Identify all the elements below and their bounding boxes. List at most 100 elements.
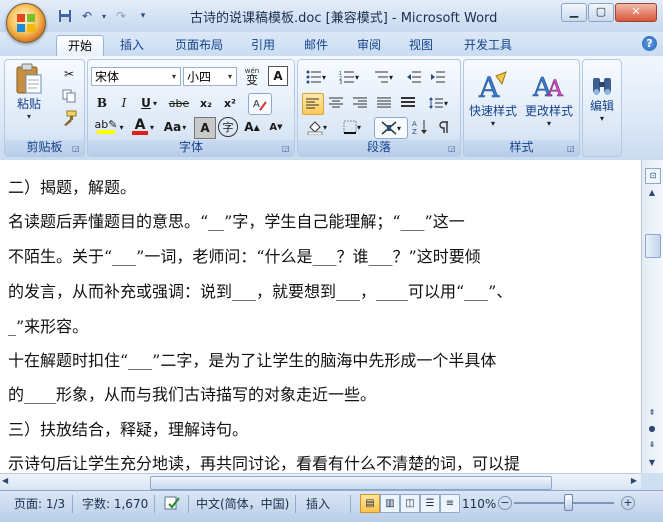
insert-mode-indicator[interactable]: 插入 xyxy=(306,495,330,513)
draft-view-icon[interactable]: ≡ xyxy=(440,494,460,513)
paste-dropdown-icon: ▾ xyxy=(26,112,31,121)
tab-review[interactable]: 审阅 xyxy=(347,35,391,56)
horizontal-scrollbar-thumb[interactable] xyxy=(150,476,552,490)
outline-view-icon[interactable]: ☰ xyxy=(420,494,440,513)
full-screen-reading-icon[interactable]: ▥ xyxy=(380,494,400,513)
font-dialog-launcher-icon[interactable]: ◲ xyxy=(282,144,291,153)
quick-styles-dropdown-icon: ▾ xyxy=(490,119,495,128)
styles-dialog-launcher-icon[interactable]: ◲ xyxy=(567,144,576,153)
tab-page-layout[interactable]: 页面布局 xyxy=(165,35,233,56)
maximize-button[interactable]: ▢ xyxy=(588,3,614,22)
tab-references[interactable]: 引用 xyxy=(241,35,285,56)
zoom-in-icon[interactable]: + xyxy=(621,496,635,510)
scrollbar-thumb[interactable] xyxy=(645,234,661,258)
justify-icon[interactable] xyxy=(374,93,394,113)
phonetic-guide-button[interactable]: wén 变 xyxy=(240,65,264,87)
help-icon[interactable]: ? xyxy=(642,36,657,51)
borders-dropdown-icon: ▾ xyxy=(356,122,361,132)
grow-font-button[interactable]: A ▲ xyxy=(242,117,262,137)
print-layout-view-icon[interactable]: ▤ xyxy=(360,494,380,513)
copy-icon[interactable] xyxy=(59,86,79,106)
office-logo-icon xyxy=(17,14,35,32)
text-highlight-button[interactable]: ab✎ ▾ xyxy=(92,117,126,137)
previous-page-icon[interactable]: ⇞ xyxy=(645,406,659,420)
paste-button[interactable]: 粘贴 ▾ xyxy=(9,63,49,121)
document-line: 不陌生。关于“___”一词，老师问：“什么是___？谁___？”这时要倾 xyxy=(8,247,481,266)
undo-icon[interactable]: ↶ xyxy=(78,7,96,25)
increase-indent-icon[interactable] xyxy=(428,67,448,87)
change-case-button[interactable]: Aa ▾ xyxy=(160,117,190,137)
zoom-slider-thumb[interactable] xyxy=(564,494,573,511)
proofing-icon[interactable] xyxy=(164,495,180,513)
cut-icon[interactable]: ✂ xyxy=(59,64,79,84)
document-page[interactable]: 二）揭题，解题。 名读题后弄懂题目的意思。“__”字，学生自己能理解；“___”… xyxy=(0,160,641,473)
zoom-out-icon[interactable]: − xyxy=(498,496,512,510)
multilevel-list-button[interactable]: ▾ xyxy=(368,67,398,87)
customize-qat-icon[interactable]: ▾ xyxy=(134,7,152,25)
select-browse-object-icon[interactable]: ● xyxy=(645,422,659,436)
status-bar: 页面: 1/3 字数: 1,670 中文(简体，中国) 插入 ▤ ▥ ◫ ☰ ≡… xyxy=(0,490,663,522)
quick-styles-button[interactable]: A 快速样式 ▾ xyxy=(466,63,520,135)
scroll-down-icon[interactable]: ▼ xyxy=(645,456,659,470)
italic-button[interactable]: I xyxy=(114,93,134,113)
web-layout-icon[interactable]: ◫ xyxy=(400,494,420,513)
bullets-button[interactable]: ▾ xyxy=(301,67,331,87)
shading-dropdown-icon: ▾ xyxy=(322,122,327,132)
align-right-icon[interactable] xyxy=(350,93,370,113)
scroll-left-icon[interactable]: ◀ xyxy=(2,476,8,485)
enclose-characters-button[interactable]: 字 xyxy=(218,117,238,137)
character-border-button[interactable]: A xyxy=(268,66,288,86)
chinese-layout-button[interactable]: ▾ xyxy=(374,117,408,139)
vertical-scrollbar[interactable]: ⊡ ▲ ⇞ ● ⇟ ▼ xyxy=(641,160,663,473)
character-shading-button[interactable]: A xyxy=(194,117,216,139)
sort-icon[interactable]: AZ xyxy=(410,117,430,137)
font-size-combo[interactable]: 小四 ▾ xyxy=(183,67,237,86)
numbering-button[interactable]: 123 ▾ xyxy=(334,67,364,87)
tab-developer[interactable]: 开发工具 xyxy=(453,35,523,56)
undo-dropdown-icon[interactable]: ▾ xyxy=(100,7,108,25)
borders-button[interactable]: ▾ xyxy=(336,117,368,137)
tab-insert[interactable]: 插入 xyxy=(110,35,154,56)
scroll-right-icon[interactable]: ▶ xyxy=(631,476,637,485)
align-center-icon[interactable] xyxy=(326,93,346,113)
align-left-icon[interactable] xyxy=(302,93,324,115)
show-hide-marks-icon[interactable] xyxy=(434,117,454,137)
font-size-dropdown-icon[interactable]: ▾ xyxy=(224,68,236,85)
redo-icon[interactable]: ↷ xyxy=(112,7,130,25)
strikethrough-button[interactable]: abe xyxy=(166,93,192,113)
language-indicator[interactable]: 中文(简体，中国) xyxy=(196,495,289,513)
distributed-icon[interactable] xyxy=(398,93,418,113)
clear-formatting-icon[interactable]: A xyxy=(248,93,272,115)
paragraph-dialog-launcher-icon[interactable]: ◲ xyxy=(448,144,457,153)
ruler-toggle-icon[interactable]: ⊡ xyxy=(645,168,661,184)
zoom-level[interactable]: 110% xyxy=(462,495,496,513)
superscript-button[interactable]: x² xyxy=(220,93,240,113)
shading-button[interactable]: ▾ xyxy=(301,117,333,137)
next-page-icon[interactable]: ⇟ xyxy=(645,438,659,452)
bold-button[interactable]: B xyxy=(92,93,112,113)
tab-mailings[interactable]: 邮件 xyxy=(294,35,338,56)
font-name-combo[interactable]: 宋体 ▾ xyxy=(91,67,181,86)
decrease-indent-icon[interactable] xyxy=(404,67,424,87)
clipboard-dialog-launcher-icon[interactable]: ◲ xyxy=(72,144,81,153)
save-icon[interactable] xyxy=(56,7,74,25)
line-spacing-button[interactable]: ▾ xyxy=(422,93,454,113)
editing-button[interactable]: 编辑 ▾ xyxy=(584,63,620,135)
tab-view[interactable]: 视图 xyxy=(399,35,443,56)
format-painter-icon[interactable] xyxy=(59,108,79,128)
font-name-dropdown-icon[interactable]: ▾ xyxy=(168,68,180,85)
minimize-button[interactable]: ▁ xyxy=(561,3,587,22)
font-color-button[interactable]: A ▾ xyxy=(128,117,158,137)
close-button[interactable]: ✕ xyxy=(615,3,657,22)
page-indicator[interactable]: 页面: 1/3 xyxy=(14,495,65,513)
tab-home[interactable]: 开始 xyxy=(56,35,104,57)
underline-dropdown-icon[interactable]: ▾ xyxy=(150,93,160,113)
change-styles-button[interactable]: A A 更改样式 ▾ xyxy=(522,63,576,135)
horizontal-scrollbar[interactable]: ◀ ▶ xyxy=(0,473,641,491)
word-count[interactable]: 字数: 1,670 xyxy=(82,495,148,513)
shrink-font-button[interactable]: A ▼ xyxy=(266,117,286,137)
font-group: 宋体 ▾ 小四 ▾ wén 变 A B I U ▾ abe x₂ x² A ab… xyxy=(87,59,295,157)
office-button[interactable] xyxy=(6,3,46,43)
scroll-up-icon[interactable]: ▲ xyxy=(645,186,659,200)
subscript-button[interactable]: x₂ xyxy=(196,93,216,113)
